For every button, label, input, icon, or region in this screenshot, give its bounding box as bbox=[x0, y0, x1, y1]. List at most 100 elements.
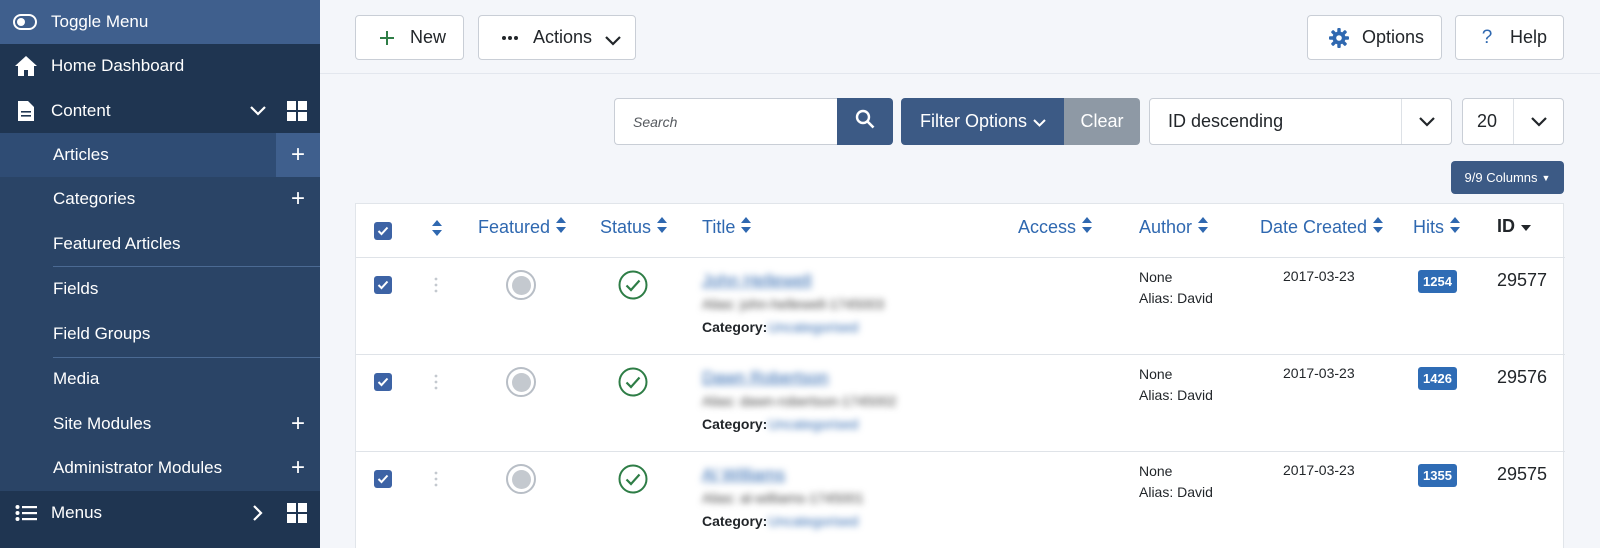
article-alias: Alias: dawn-robertson-1745002 bbox=[702, 393, 897, 409]
add-category-icon[interactable]: + bbox=[276, 177, 320, 221]
sidebar-item-fields[interactable]: Fields bbox=[0, 267, 320, 311]
chevron-down-icon bbox=[605, 30, 621, 51]
new-button-label: New bbox=[410, 27, 447, 47]
sidebar-item-media[interactable]: Media bbox=[0, 357, 320, 401]
column-header-id[interactable]: ID bbox=[1497, 216, 1532, 237]
row-checkbox[interactable] bbox=[374, 470, 392, 488]
column-header-access[interactable]: Access bbox=[1018, 216, 1093, 239]
toggle-menu-button[interactable]: Toggle Menu bbox=[0, 0, 320, 44]
sidebar-item-menus[interactable]: Menus bbox=[0, 491, 320, 535]
date-created: 2017-03-23 bbox=[1283, 268, 1355, 284]
featured-toggle[interactable] bbox=[506, 464, 536, 494]
ellipsis-icon bbox=[499, 27, 521, 49]
column-header-status[interactable]: Status bbox=[600, 216, 668, 239]
sidebar-item-articles[interactable]: Articles + bbox=[0, 133, 320, 177]
category-link[interactable]: Uncategorised bbox=[768, 319, 858, 335]
row-checkbox[interactable] bbox=[374, 373, 392, 391]
article-title-link[interactable]: Al Williams bbox=[702, 465, 785, 485]
published-check-icon[interactable] bbox=[618, 464, 648, 494]
column-header-label: Status bbox=[600, 217, 652, 237]
featured-toggle[interactable] bbox=[506, 270, 536, 300]
dashboard-grid-icon[interactable] bbox=[287, 503, 307, 523]
column-header-title[interactable]: Title bbox=[702, 216, 752, 239]
search-button[interactable] bbox=[837, 98, 893, 145]
sidebar-item-content[interactable]: Content bbox=[0, 89, 320, 133]
chevron-down-icon[interactable] bbox=[247, 100, 269, 122]
row-checkbox[interactable] bbox=[374, 276, 392, 294]
article-id: 29577 bbox=[1497, 270, 1548, 290]
featured-toggle[interactable] bbox=[506, 367, 536, 397]
category-link[interactable]: Uncategorised bbox=[768, 513, 858, 529]
sidebar-item-categories[interactable]: Categories + bbox=[0, 177, 320, 221]
author-cell: None Alias: David bbox=[1139, 364, 1213, 406]
menus-label: Menus bbox=[51, 503, 103, 522]
published-check-icon[interactable] bbox=[618, 367, 648, 397]
author-name: None bbox=[1139, 463, 1173, 479]
article-id: 29575 bbox=[1497, 464, 1548, 484]
file-icon bbox=[14, 99, 38, 123]
options-button[interactable]: Options bbox=[1307, 15, 1442, 60]
ordering-sort-icon[interactable] bbox=[431, 219, 443, 242]
column-header-featured[interactable]: Featured bbox=[478, 216, 567, 239]
limit-select[interactable]: 20 bbox=[1462, 98, 1564, 145]
article-alias: Alias: al-williams-1745001 bbox=[702, 490, 864, 506]
category-link[interactable]: Uncategorised bbox=[768, 416, 858, 432]
author-alias: Alias: David bbox=[1139, 290, 1213, 306]
help-button[interactable]: ? Help bbox=[1455, 15, 1564, 60]
dashboard-grid-icon[interactable] bbox=[287, 101, 307, 121]
published-check-icon[interactable] bbox=[618, 270, 648, 300]
help-button-label: Help bbox=[1510, 27, 1548, 47]
select-all-checkbox[interactable] bbox=[374, 222, 392, 240]
sidebar: Toggle Menu Home Dashboard Content Artic… bbox=[0, 0, 320, 548]
filter-options-button[interactable]: Filter Options bbox=[901, 98, 1065, 145]
search-icon bbox=[855, 109, 875, 134]
columns-label: 9/9 Columns bbox=[1464, 170, 1538, 185]
add-site-module-icon[interactable]: + bbox=[276, 402, 320, 446]
sidebar-item-label: Field Groups bbox=[53, 324, 151, 343]
sort-icon bbox=[740, 216, 752, 239]
sidebar-item-label: Articles bbox=[53, 145, 109, 164]
sidebar-item-site-modules[interactable]: Site Modules + bbox=[0, 402, 320, 446]
filter-options-label: Filter Options bbox=[919, 111, 1028, 131]
sidebar-item-field-groups[interactable]: Field Groups bbox=[0, 312, 320, 356]
content-label: Content bbox=[51, 101, 111, 120]
actions-button[interactable]: Actions bbox=[478, 15, 636, 60]
hits-badge: 1355 bbox=[1418, 464, 1457, 487]
sidebar-item-label: Fields bbox=[53, 279, 99, 298]
sidebar-item-label: Categories bbox=[53, 189, 136, 208]
drag-handle-icon[interactable] bbox=[433, 374, 439, 390]
add-article-icon[interactable]: + bbox=[276, 133, 320, 177]
search-placeholder: Search bbox=[633, 113, 678, 130]
header-divider bbox=[356, 257, 1565, 258]
toggle-menu-label: Toggle Menu bbox=[51, 12, 149, 31]
ordering-value: ID descending bbox=[1168, 111, 1284, 131]
chevron-right-icon[interactable] bbox=[247, 502, 269, 524]
columns-button[interactable]: 9/9 Columns ▼ bbox=[1451, 161, 1564, 194]
clear-button[interactable]: Clear bbox=[1064, 98, 1140, 145]
sidebar-item-featured-articles[interactable]: Featured Articles bbox=[0, 222, 320, 266]
column-header-author[interactable]: Author bbox=[1139, 216, 1209, 239]
drag-handle-icon[interactable] bbox=[433, 277, 439, 293]
article-title-link[interactable]: Dawn Robertson bbox=[702, 368, 829, 388]
sidebar-item-label: Media bbox=[53, 369, 100, 388]
category-label: Category: bbox=[702, 319, 768, 335]
sidebar-item-home-dashboard[interactable]: Home Dashboard bbox=[0, 44, 320, 88]
drag-handle-icon[interactable] bbox=[433, 471, 439, 487]
hits-badge: 1254 bbox=[1418, 270, 1457, 293]
search-input[interactable]: Search bbox=[614, 98, 838, 145]
home-icon bbox=[14, 54, 38, 78]
sidebar-item-label: Administrator Modules bbox=[53, 458, 223, 477]
limit-value: 20 bbox=[1477, 111, 1498, 131]
column-header-hits[interactable]: Hits bbox=[1413, 216, 1461, 239]
add-admin-module-icon[interactable]: + bbox=[276, 446, 320, 490]
article-title-link[interactable]: John Hellewell bbox=[702, 271, 812, 291]
sidebar-item-administrator-modules[interactable]: Administrator Modules + bbox=[0, 446, 320, 490]
articles-table: Featured Status Title Access Author Date… bbox=[355, 203, 1565, 548]
actions-button-label: Actions bbox=[533, 27, 593, 47]
ordering-select[interactable]: ID descending bbox=[1149, 98, 1452, 145]
hits-badge: 1426 bbox=[1418, 367, 1457, 390]
sidebar-item-label: Site Modules bbox=[53, 414, 152, 433]
new-button[interactable]: New bbox=[355, 15, 464, 60]
list-icon bbox=[14, 501, 38, 525]
column-header-date-created[interactable]: Date Created bbox=[1260, 216, 1384, 239]
